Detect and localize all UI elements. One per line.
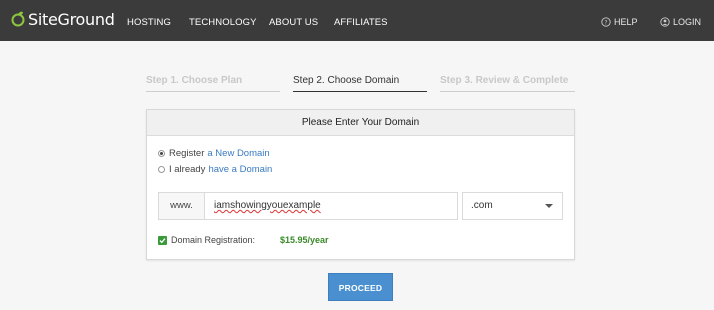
- logo-text: SiteGround: [28, 9, 115, 29]
- domain-name-input[interactable]: iamshowingyouexample: [204, 192, 458, 220]
- user-icon: [660, 17, 670, 27]
- step-label: Step 1. Choose Plan: [146, 75, 243, 86]
- panel-title: Please Enter Your Domain: [147, 110, 574, 136]
- domain-value: iamshowingyouexample: [214, 200, 321, 211]
- radio-unselected[interactable]: [158, 166, 165, 173]
- help-link[interactable]: ? HELP: [601, 17, 638, 27]
- radio-selected[interactable]: [158, 150, 165, 157]
- domain-registration-row[interactable]: Domain Registration:: [158, 235, 255, 245]
- existing-domain-option[interactable]: I already have a Domain: [158, 164, 272, 175]
- nav-about-us[interactable]: ABOUT US: [269, 17, 318, 28]
- logo-leaf-icon: [11, 11, 25, 27]
- checkbox-checked-icon[interactable]: [158, 235, 167, 245]
- option-prefix: Register: [169, 148, 205, 159]
- domain-panel: Please Enter Your Domain Register a New …: [146, 109, 575, 260]
- help-label: HELP: [614, 17, 638, 27]
- new-domain-link[interactable]: a New Domain: [207, 148, 269, 159]
- login-link[interactable]: LOGIN: [660, 17, 701, 27]
- nav-technology[interactable]: TECHNOLOGY: [189, 17, 257, 28]
- nav-affiliates[interactable]: AFFILIATES: [334, 17, 388, 28]
- svg-text:?: ?: [604, 19, 607, 26]
- login-label: LOGIN: [673, 17, 702, 27]
- step-choose-domain[interactable]: Step 2. Choose Domain: [293, 75, 427, 92]
- proceed-button[interactable]: PROCEED: [328, 273, 393, 301]
- www-prefix: www.: [158, 192, 205, 220]
- help-icon: ?: [601, 17, 611, 27]
- tld-dropdown[interactable]: .com: [462, 192, 563, 220]
- registration-price: $15.95/year: [280, 235, 329, 245]
- nav-hosting[interactable]: HOSTING: [127, 17, 171, 28]
- registration-label: Domain Registration:: [171, 235, 256, 245]
- register-new-domain-option[interactable]: Register a New Domain: [158, 148, 270, 159]
- top-navigation-bar: SiteGround HOSTING TECHNOLOGY ABOUT US A…: [0, 0, 714, 41]
- option-prefix: I already: [169, 164, 206, 175]
- step-choose-plan[interactable]: Step 1. Choose Plan: [146, 75, 280, 92]
- step-underline: [146, 91, 280, 92]
- chevron-down-icon: [545, 204, 553, 208]
- existing-domain-link[interactable]: have a Domain: [208, 164, 272, 175]
- step-label: Step 3. Review & Complete: [440, 75, 569, 86]
- step-label: Step 2. Choose Domain: [293, 75, 400, 86]
- step-underline: [293, 91, 427, 92]
- step-underline: [440, 91, 575, 92]
- tld-selected-value: .com: [471, 200, 493, 211]
- step-review-complete[interactable]: Step 3. Review & Complete: [440, 75, 575, 92]
- siteground-logo[interactable]: SiteGround: [11, 9, 115, 29]
